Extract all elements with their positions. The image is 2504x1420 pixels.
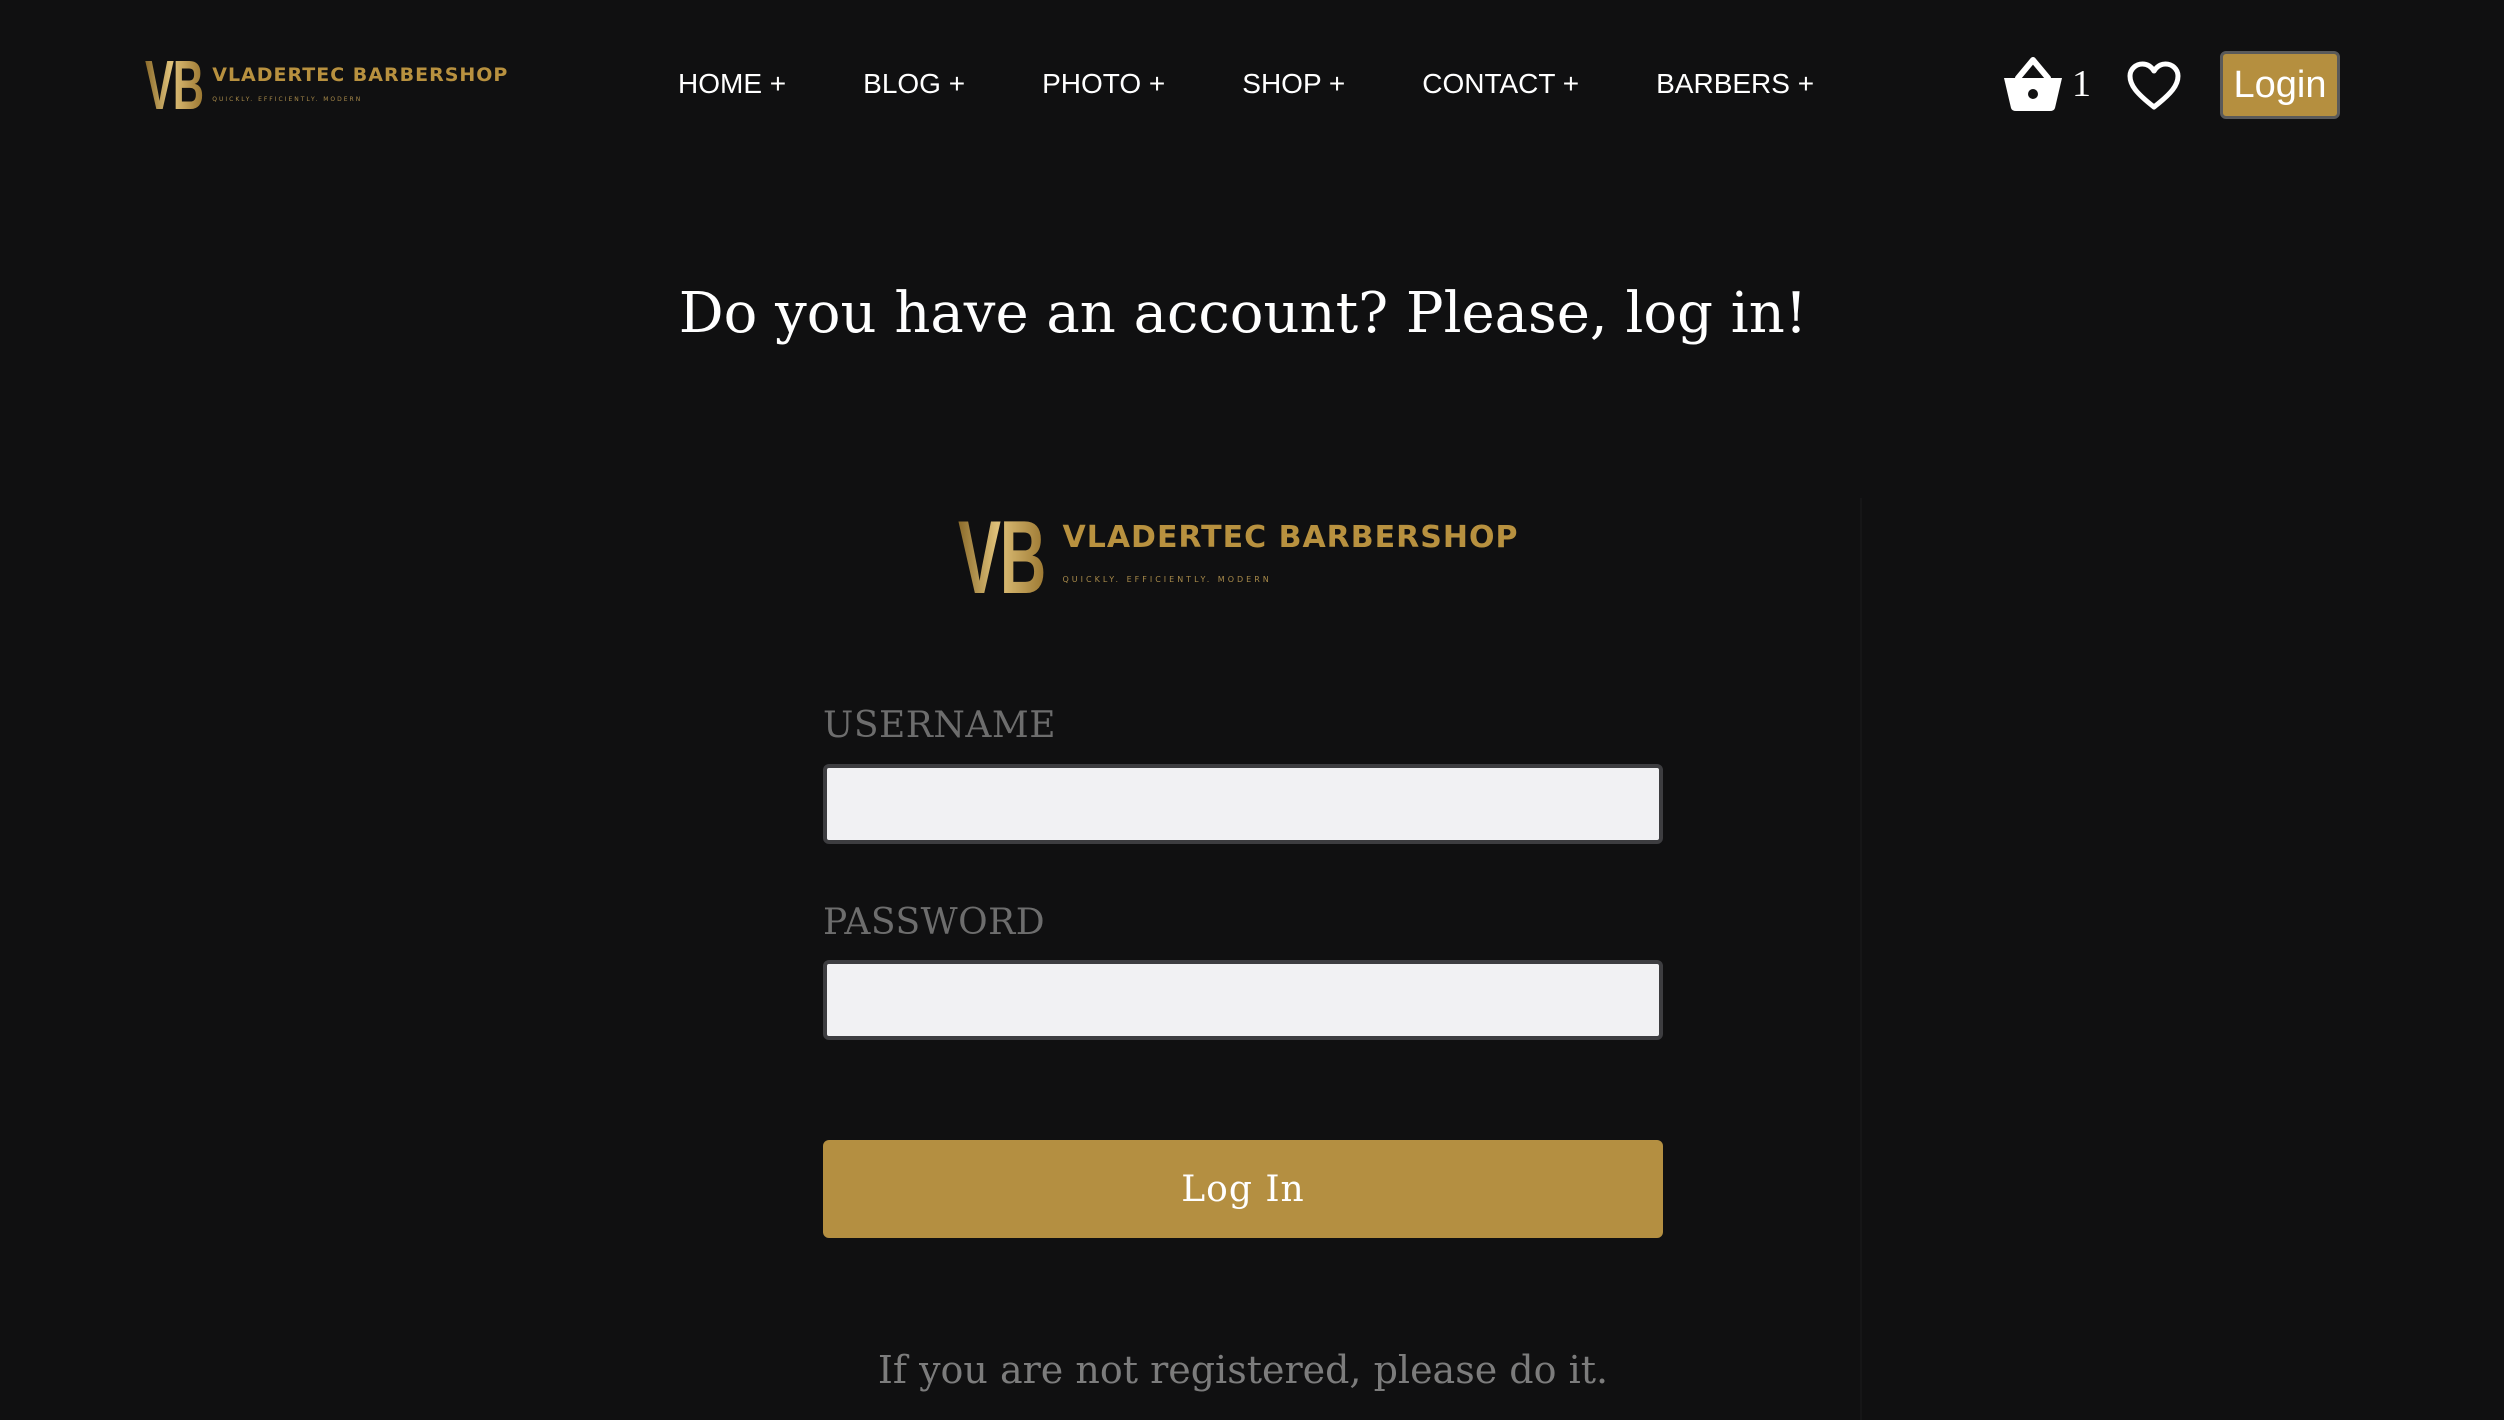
password-label: PASSWORD	[823, 902, 1046, 943]
nav-item-barbers[interactable]: BARBERS +	[1656, 68, 1814, 100]
nav-item-contact[interactable]: CONTACT +	[1422, 68, 1579, 100]
page-title: Do you have an account? Please, log in!	[678, 281, 1808, 346]
username-label: USERNAME	[823, 705, 1057, 746]
brand-logo[interactable]: VB VLADERTEC BARBERSHOP QUICKLY. EFFICIE…	[145, 46, 508, 124]
log-in-button[interactable]: Log In	[823, 1140, 1663, 1238]
form-brand-tagline: QUICKLY. EFFICIENTLY. MODERN	[1062, 575, 1272, 584]
login-button[interactable]: Login	[2220, 51, 2340, 119]
form-brand-text: VLADERTEC BARBERSHOP QUICKLY. EFFICIENTL…	[1062, 510, 1518, 584]
nav-item-photo[interactable]: PHOTO +	[1042, 68, 1165, 100]
brand-text: VLADERTEC BARBERSHOP QUICKLY. EFFICIENTL…	[212, 52, 508, 103]
form-brand-name: VLADERTEC BARBERSHOP	[1062, 520, 1519, 555]
cart-count: 1	[2072, 63, 2091, 105]
username-input[interactable]	[823, 764, 1663, 844]
form-logo: VB VLADERTEC BARBERSHOP QUICKLY. EFFICIE…	[958, 500, 1518, 616]
register-link[interactable]: If you are not registered, please do it.	[823, 1340, 1663, 1400]
basket-icon[interactable]	[2002, 56, 2064, 112]
heart-icon[interactable]	[2126, 60, 2182, 112]
vertical-divider	[1860, 498, 1862, 1420]
form-brand-mark: VB	[958, 500, 1046, 616]
brand-mark: VB	[145, 46, 204, 124]
site-header: VB VLADERTEC BARBERSHOP QUICKLY. EFFICIE…	[0, 0, 2504, 180]
nav-item-blog[interactable]: BLOG +	[863, 68, 965, 100]
main-nav: HOME + BLOG + PHOTO + SHOP + CONTACT + B…	[678, 68, 1814, 100]
password-input[interactable]	[823, 960, 1663, 1040]
nav-item-home[interactable]: HOME +	[678, 68, 786, 100]
nav-item-shop[interactable]: SHOP +	[1242, 68, 1345, 100]
brand-name: VLADERTEC BARBERSHOP	[212, 64, 509, 86]
brand-tagline: QUICKLY. EFFICIENTLY. MODERN	[212, 96, 363, 103]
